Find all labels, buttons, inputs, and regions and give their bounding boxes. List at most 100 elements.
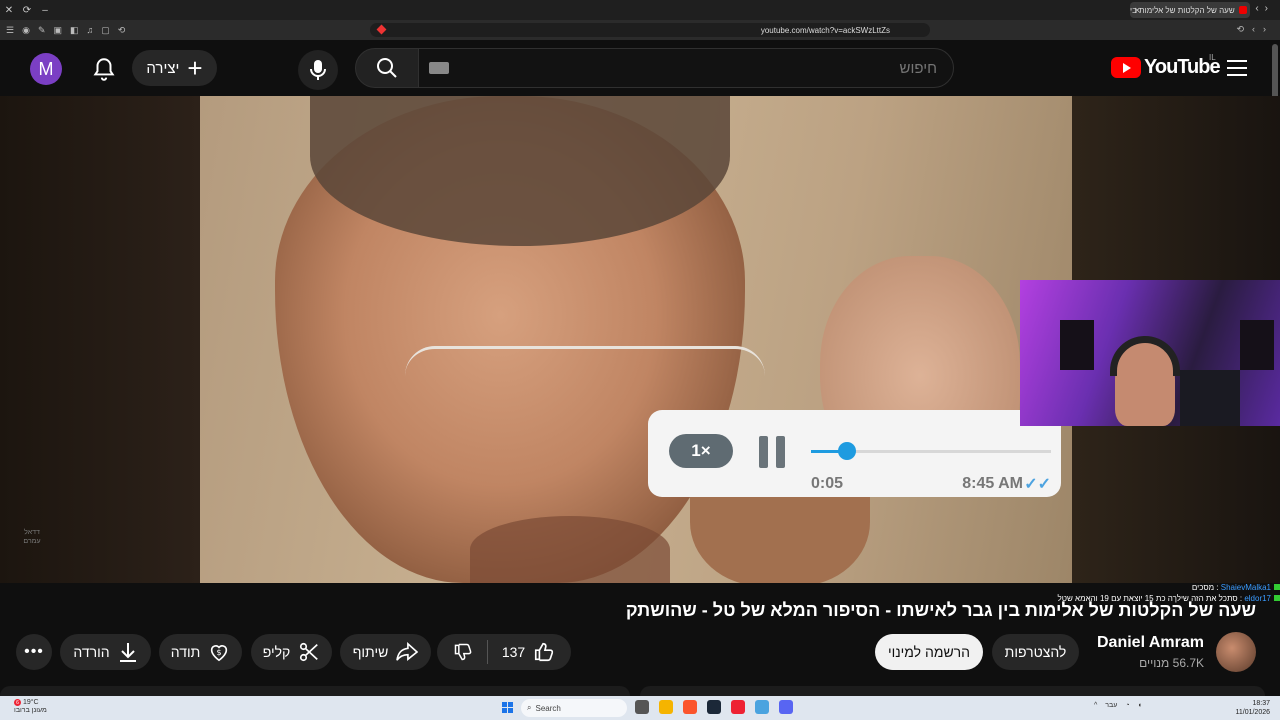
search-button[interactable] [355,48,419,88]
chat-badge-icon [1274,584,1280,590]
plus-icon: + [187,53,203,83]
steam-icon[interactable] [707,700,721,714]
browser-tab-bar: ✕ ⟳ – + שעה של הקלטות של אלימות בי ✕ ‹› [0,0,1280,20]
sync-icon[interactable]: ⟲ [118,25,126,36]
thanks-button[interactable]: תודה $ [159,634,242,670]
heart-dollar-icon: $ [211,645,228,662]
search-icon: ⌕ [527,703,532,712]
description-panel[interactable] [0,686,630,696]
chrome-icon[interactable] [731,700,745,714]
start-button-icon[interactable] [502,702,513,713]
brave-shield-icon[interactable] [376,24,387,35]
download-icon [119,643,136,662]
taskbar-search-label: Search [535,703,561,713]
channel-watermark[interactable]: דדאל עמרם [18,528,46,548]
create-button[interactable]: יצירה + [132,50,217,86]
headphones-icon [1110,336,1180,376]
panel-icon[interactable]: ◧ [70,25,79,36]
volume-icon[interactable]: ◖ [1138,702,1142,709]
file-explorer-icon[interactable] [659,700,673,714]
channel-name[interactable]: Daniel Amram [1097,634,1204,652]
wifi-icon[interactable]: ◔ [1125,702,1129,709]
voice-message-overlay: 1× 0:05 8:45 AM ✓✓ [648,410,1061,497]
voice-search-button[interactable] [298,50,338,90]
weather-widget[interactable]: 6 19°C מעונן ברובו [14,699,47,715]
audio-elapsed-time: 0:05 [811,475,844,492]
download-button[interactable]: הורדה [60,634,151,670]
search-input[interactable] [497,59,937,77]
bookmark-icon[interactable]: ✎ [38,25,46,36]
download-label: הורדה [73,644,110,660]
chat-badge-icon [1274,595,1280,601]
video-player[interactable]: 1× 0:05 8:45 AM ✓✓ דדאל עמרם [0,96,1280,583]
double-check-icon: ✓✓ [1024,476,1051,493]
like-count[interactable]: 137 [502,644,525,660]
player-bg-left [0,96,200,583]
youtube-play-logo-icon [1111,57,1141,78]
microphone-icon [310,60,326,80]
subscribe-button[interactable]: הרשמה למינוי [875,634,983,670]
minimize-icon[interactable]: – [36,0,54,20]
screenshot-icon[interactable]: ▢ [101,25,110,36]
weather-temp: 19°C [22,699,39,706]
browser-tab-active[interactable]: שעה של הקלטות של אלימות בי ✕ [1130,2,1250,18]
url-field[interactable]: youtube.com/watch?v=ackSWzLttZs [370,23,930,37]
reload-icon[interactable]: ⟳ [18,0,36,20]
weather-desc: מעונן ברובו [14,707,47,714]
taskbar-apps [635,700,793,714]
notification-dot-icon: 6 [14,699,21,706]
share-button[interactable]: שיתוף [340,634,431,670]
youtube-header: M יצירה + YouT [0,40,1280,96]
acoustic-panel [1060,320,1094,370]
windows-taskbar: 6 19°C מעונן ברובו ⌕ Search ^ עבר ◔ ◖ 18… [0,696,1280,720]
join-button[interactable]: להצטרפות [992,634,1079,670]
share-label: שיתוף [352,644,389,660]
related-panel[interactable] [640,686,1265,696]
video-figure-glasses [405,346,765,406]
taskbar-search[interactable]: ⌕ Search [521,699,627,717]
url-text: youtube.com/watch?v=ackSWzLttZs [760,25,890,35]
acoustic-panel [1240,320,1274,370]
subscriber-count: 56.7K מנויים [1139,656,1204,670]
country-code: IL [1209,53,1216,62]
address-right-icons[interactable]: ⟲‹› [1236,24,1274,35]
close-window-icon[interactable]: ✕ [0,0,18,20]
browser-toolbar-icons[interactable]: ☰ ◉ ✎ ▣ ◧ ♫ ▢ ⟲ [0,25,125,36]
notifications-bell-icon[interactable] [91,56,117,82]
like-icon[interactable] [533,641,555,663]
dislike-icon[interactable] [453,642,473,662]
tab-nav-icons[interactable]: ‹› [1255,3,1274,14]
language-indicator[interactable]: עבר [1105,702,1117,709]
message-time: 8:45 AM [962,475,1023,492]
video-figure-beard [470,516,670,583]
search-box [418,48,954,88]
keyboard-icon[interactable] [429,62,449,74]
tab-title: שעה של הקלטות של אלימות בי [1130,5,1235,15]
webcam-chair [1180,370,1240,426]
create-label: יצירה [146,59,180,77]
chat-message: ShaievMalka1 : מסכים [1030,582,1280,593]
taskbar-clock[interactable]: 18:37 11/01/2026 [1235,699,1270,717]
streamer-webcam [1020,280,1280,426]
audio-progress-knob [838,442,856,460]
more-actions-button[interactable]: ••• [16,634,52,670]
clip-button[interactable]: קליפ [251,634,332,670]
search-icon [377,58,397,78]
app-icon[interactable] [755,700,769,714]
scissors-icon [300,642,319,662]
system-tray[interactable]: ^ עבר ◔ ◖ [1094,702,1142,709]
menu-icon[interactable]: ☰ [6,25,14,36]
brave-browser-icon[interactable] [683,700,697,714]
account-avatar[interactable]: M [30,53,62,85]
discord-icon[interactable] [779,700,793,714]
video-title: שעה של הקלטות של אלימות בין גבר לאישתו -… [625,600,1256,620]
channel-avatar[interactable] [1216,632,1256,672]
music-icon[interactable]: ♫ [87,25,94,36]
guide-menu-icon[interactable] [1227,60,1247,76]
tray-chevron-icon[interactable]: ^ [1094,702,1097,709]
youtube-logo[interactable]: YouTube IL [1111,53,1221,79]
sidebar-icon[interactable]: ▣ [53,25,62,36]
extension-icon[interactable]: ◉ [22,25,30,36]
close-tab-icon[interactable]: ✕ [1134,6,1141,15]
task-view-icon[interactable] [635,700,649,714]
